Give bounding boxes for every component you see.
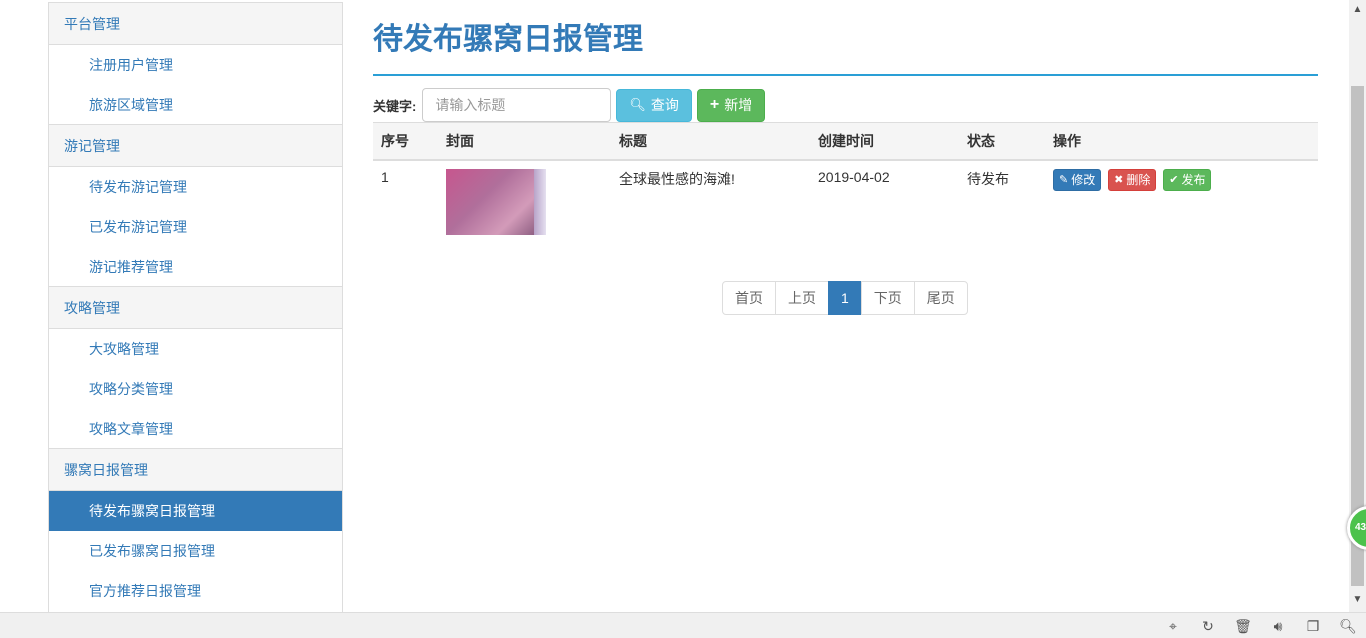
col-header-title: 标题 [611,122,810,161]
page-first[interactable]: 首页 [722,281,776,315]
page-current[interactable]: 1 [828,281,862,315]
sidebar-item-pending-daily[interactable]: 待发布骡窝日报管理 [49,491,342,531]
sidebar-item-guide-articles[interactable]: 攻略文章管理 [49,409,342,449]
pencil-icon: ✎ [1059,174,1069,186]
sidebar-group-platform[interactable]: 平台管理 [49,3,342,45]
page-next[interactable]: 下页 [860,281,915,315]
status-bar: ⌖ ↻ 🗑︎ 🔊︎ ❐ 🔍︎ [0,612,1366,638]
title-divider [373,74,1318,76]
sidebar-group-daily[interactable]: 骡窝日报管理 [49,449,342,491]
search-icon: 🔍︎ [629,97,646,112]
close-icon: ✖ [1114,174,1124,186]
page: 平台管理 注册用户管理 旅游区域管理 游记管理 待发布游记管理 已发布游记管理 … [0,0,1366,638]
sidebar-item-travelogue-recommend[interactable]: 游记推荐管理 [49,247,342,287]
table-row: 1 全球最性感的海滩! 2019-04-02 待发布 ✎ 修改 ✖ 删除 ✔ 发… [373,159,1318,243]
col-header-index: 序号 [373,122,438,161]
cell-cover [438,159,611,243]
publish-button-label: 发布 [1181,173,1206,187]
sidebar-group-travelogue[interactable]: 游记管理 [49,125,342,167]
refresh-icon[interactable]: ↻ [1198,616,1218,636]
query-button-label: 查询 [650,97,679,113]
col-header-created: 创建时间 [810,122,959,161]
sidebar-item-pending-travelogues[interactable]: 待发布游记管理 [49,167,342,207]
keyword-input[interactable] [422,88,612,122]
keyword-label: 关键字: [373,98,417,114]
page-last[interactable]: 尾页 [913,281,968,315]
sidebar-item-guide-categories[interactable]: 攻略分类管理 [49,369,342,409]
main-content: 待发布骡窝日报管理 关键字: 🔍︎ 查询 + 新增 序号 封面 标题 [373,0,1318,243]
page-title: 待发布骡窝日报管理 [373,22,643,57]
table-header-row: 序号 封面 标题 创建时间 状态 操作 [373,122,1318,161]
cell-created: 2019-04-02 [810,159,959,243]
plus-icon: + [709,96,720,113]
cover-image [446,168,546,235]
publish-button[interactable]: ✔ 发布 [1163,168,1212,191]
delete-button[interactable]: ✖ 删除 [1108,168,1157,191]
check-icon: ✔ [1169,174,1179,186]
window-icon[interactable]: ❐ [1303,616,1323,636]
sidebar-item-official-recommend-daily[interactable]: 官方推荐日报管理 [49,571,342,611]
edit-button-label: 修改 [1071,173,1096,187]
scroll-down-icon[interactable]: ▼ [1352,594,1363,606]
table-container: 序号 封面 标题 创建时间 状态 操作 1 全球最性感的海滩! 2019-04-… [373,122,1318,243]
scroll-up-icon[interactable]: ▲ [1352,4,1363,16]
status-bar-icons: ⌖ ↻ 🗑︎ 🔊︎ ❐ 🔍︎ [1148,616,1358,636]
add-button[interactable]: + 新增 [696,88,766,122]
edit-button[interactable]: ✎ 修改 [1053,168,1102,191]
sidebar-item-published-travelogues[interactable]: 已发布游记管理 [49,207,342,247]
zoom-icon[interactable]: 🔍︎ [1338,616,1358,636]
query-button[interactable]: 🔍︎ 查询 [616,88,692,122]
col-header-status: 状态 [959,122,1045,161]
col-header-actions: 操作 [1045,122,1318,161]
delete-button-label: 删除 [1126,173,1151,187]
page-prev[interactable]: 上页 [775,281,829,315]
sidebar-group-guides[interactable]: 攻略管理 [49,287,342,329]
cell-title: 全球最性感的海滩! [611,159,810,243]
add-button-label: 新增 [724,97,753,113]
pagination: 首页 上页 1 下页 尾页 [722,281,968,315]
trash-icon[interactable]: 🗑︎ [1233,616,1253,636]
daily-table: 序号 封面 标题 创建时间 状态 操作 1 全球最性感的海滩! 2019-04-… [373,122,1318,243]
speaker-icon[interactable]: 🔊︎ [1268,616,1288,636]
col-header-cover: 封面 [438,122,611,161]
search-toolbar: 关键字: 🔍︎ 查询 + 新增 [373,88,1318,122]
pin-icon[interactable]: ⌖ [1163,616,1183,636]
cell-actions: ✎ 修改 ✖ 删除 ✔ 发布 [1045,159,1318,243]
sidebar-item-travel-regions[interactable]: 旅游区域管理 [49,85,342,125]
sidebar-item-registered-users[interactable]: 注册用户管理 [49,45,342,85]
sidebar-item-big-guides[interactable]: 大攻略管理 [49,329,342,369]
sidebar: 平台管理 注册用户管理 旅游区域管理 游记管理 待发布游记管理 已发布游记管理 … [48,2,343,612]
sidebar-item-published-daily[interactable]: 已发布骡窝日报管理 [49,531,342,571]
cell-status: 待发布 [959,159,1045,243]
cell-index: 1 [373,159,438,243]
